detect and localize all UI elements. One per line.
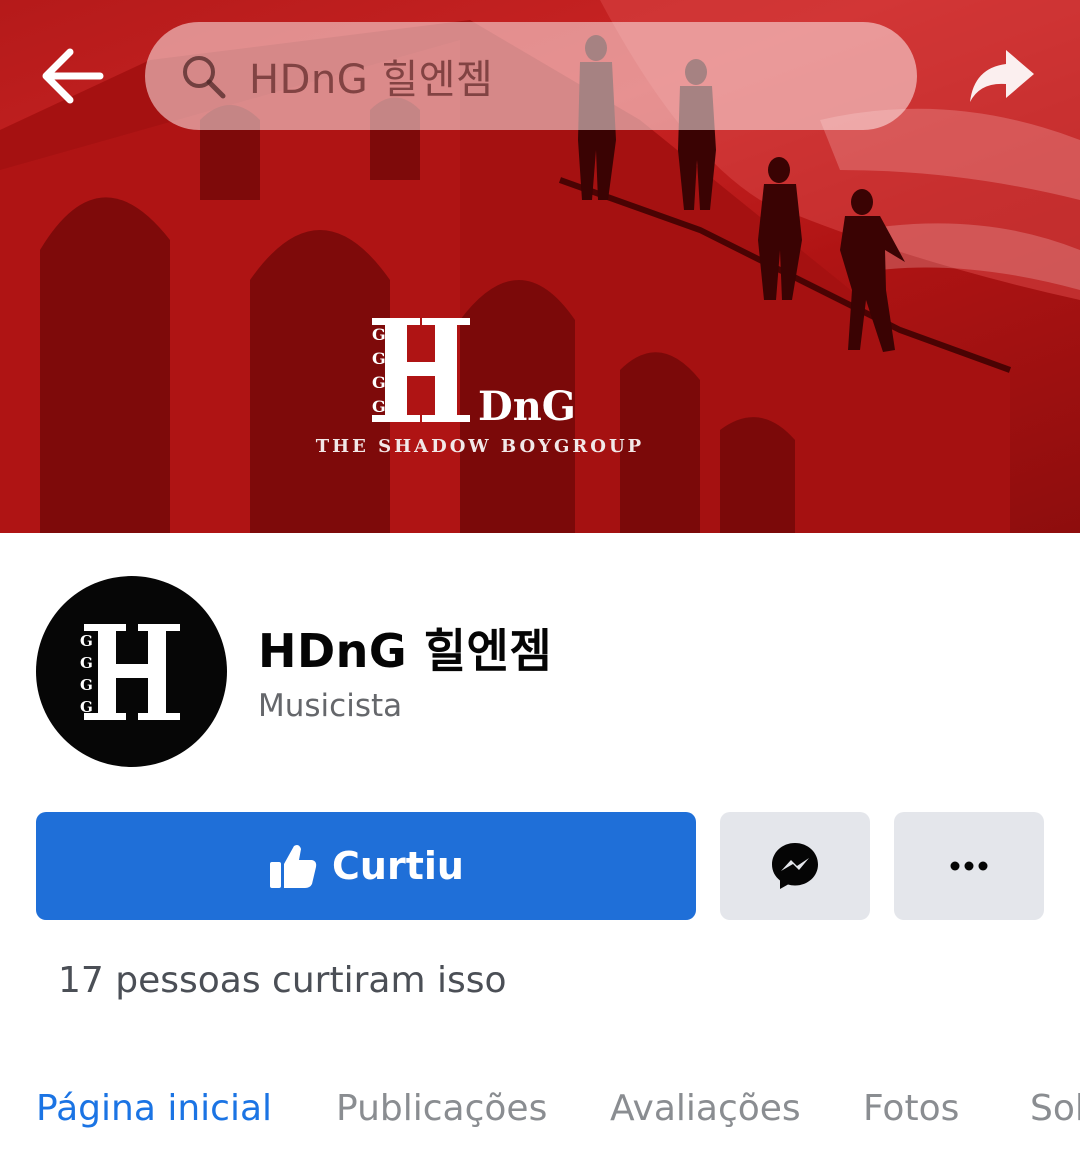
like-button[interactable]: Curtiu (36, 812, 696, 920)
svg-text:G: G (372, 397, 386, 416)
page-avatar[interactable]: GG GG (36, 576, 227, 767)
tab-posts[interactable]: Publicações (336, 1088, 547, 1129)
more-options-button[interactable] (894, 812, 1044, 920)
page-title: HDnG 힐엔젬 (258, 624, 553, 678)
cover-photo[interactable]: GG GG DnG THE SHADOW BOYGROUP HDnG 힐엔젬 (0, 0, 1080, 533)
page-category: Musicista (258, 688, 403, 724)
svg-text:G: G (80, 698, 93, 716)
svg-text:G: G (372, 325, 386, 344)
search-input[interactable]: HDnG 힐엔젬 (145, 22, 917, 130)
tab-home[interactable]: Página inicial (36, 1088, 272, 1129)
cover-logo-text: DnG (478, 383, 576, 430)
likes-count: 17 pessoas curtiram isso (58, 960, 507, 1001)
thumbs-up-icon (270, 845, 317, 888)
messenger-icon (772, 843, 818, 889)
svg-text:G: G (372, 373, 386, 392)
tab-about[interactable]: Sol (1030, 1088, 1080, 1129)
search-text: HDnG 힐엔젬 (249, 57, 494, 103)
message-button[interactable] (720, 812, 870, 920)
cover-tagline: THE SHADOW BOYGROUP (315, 436, 645, 457)
more-icon (950, 861, 988, 871)
avatar-logo: GG GG (80, 624, 180, 720)
page-tabs: Página inicial Publicações Avaliações Fo… (0, 1088, 1080, 1148)
back-button[interactable] (36, 40, 108, 112)
like-button-label: Curtiu (332, 844, 464, 888)
svg-text:G: G (80, 654, 93, 672)
tab-photos[interactable]: Fotos (863, 1088, 959, 1129)
back-arrow-icon (42, 48, 104, 104)
svg-text:G: G (372, 349, 386, 368)
svg-text:G: G (80, 676, 93, 694)
share-button[interactable] (962, 40, 1042, 112)
search-icon (179, 50, 231, 102)
svg-text:G: G (80, 632, 93, 650)
tab-reviews[interactable]: Avaliações (610, 1088, 801, 1129)
share-icon (970, 50, 1034, 102)
